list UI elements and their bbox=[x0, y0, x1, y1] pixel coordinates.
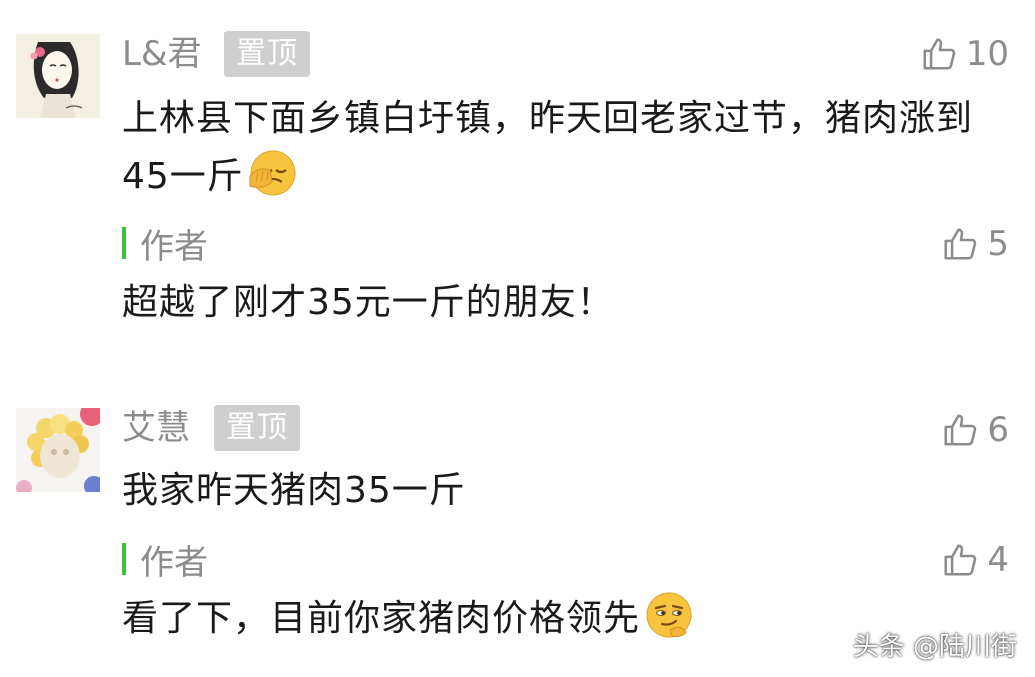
thumbs-up-icon bbox=[941, 411, 979, 449]
like-count: 10 bbox=[965, 34, 1009, 74]
avatar-illustration bbox=[16, 408, 100, 492]
author-bar bbox=[122, 227, 126, 259]
comment-text: 上林县下面乡镇白圩镇，昨天回老家过节，猪肉涨到45一斤 bbox=[122, 90, 1012, 206]
like-count: 4 bbox=[987, 540, 1009, 580]
like-count: 6 bbox=[987, 410, 1009, 450]
author-label: 作者 bbox=[122, 536, 1012, 583]
like-button[interactable]: 10 bbox=[920, 32, 1009, 76]
pinned-badge: 置顶 bbox=[224, 31, 310, 77]
reply-like-button[interactable]: 4 bbox=[941, 538, 1009, 582]
username[interactable]: L&君 bbox=[122, 32, 201, 76]
avatar[interactable] bbox=[16, 34, 100, 118]
reply-text: 超越了刚才35元一斤的朋友！ bbox=[122, 282, 614, 323]
thumbs-up-icon bbox=[941, 541, 979, 579]
facepalm-emoji-icon bbox=[248, 148, 298, 198]
reply-text-content: 看了下，目前你家猪肉价格领先 bbox=[122, 598, 641, 639]
pinned-badge: 置顶 bbox=[214, 405, 300, 451]
avatar[interactable] bbox=[16, 408, 100, 492]
avatar-illustration bbox=[16, 34, 100, 118]
author-reply: 作者 bbox=[122, 536, 1012, 583]
smirk-emoji-icon bbox=[644, 590, 694, 640]
thumbs-up-icon bbox=[941, 225, 979, 263]
thumbs-up-icon bbox=[920, 35, 958, 73]
reply-like-button[interactable]: 5 bbox=[941, 222, 1009, 266]
comment-text: 我家昨天猪肉35一斤 bbox=[122, 470, 466, 511]
like-button[interactable]: 6 bbox=[941, 408, 1009, 452]
author-bar bbox=[122, 543, 126, 575]
username[interactable]: 艾慧 bbox=[122, 406, 190, 450]
like-count: 5 bbox=[987, 224, 1009, 264]
author-reply: 作者 bbox=[122, 220, 1012, 267]
watermark-text: 头条 @陆川街 bbox=[852, 632, 1017, 662]
author-label: 作者 bbox=[122, 220, 1012, 267]
author-name: 作者 bbox=[140, 226, 208, 267]
author-name: 作者 bbox=[140, 542, 208, 583]
